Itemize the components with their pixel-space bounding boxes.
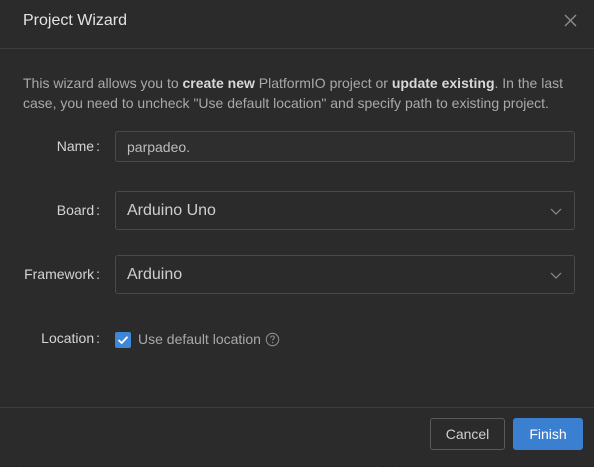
name-label-text: Name — [56, 138, 95, 154]
chevron-down-icon — [550, 272, 562, 279]
project-name-input[interactable] — [115, 131, 575, 162]
board-select-value: Arduino Uno — [127, 202, 216, 219]
cancel-button[interactable]: Cancel — [430, 418, 505, 450]
use-default-location-checkbox[interactable] — [115, 332, 131, 348]
project-wizard-dialog: Project Wizard This wizard allows you to… — [0, 0, 594, 466]
framework-select[interactable]: Arduino — [115, 255, 575, 294]
board-label: Board: — [0, 202, 100, 218]
chevron-down-icon — [550, 208, 562, 215]
question-circle-icon — [265, 332, 280, 347]
dialog-header: Project Wizard — [0, 0, 594, 49]
name-label: Name: — [0, 138, 100, 154]
description-text: This wizard allows you to — [23, 75, 183, 91]
description-emphasis: create new — [182, 75, 255, 91]
framework-select-value: Arduino — [127, 266, 183, 283]
close-button[interactable] — [560, 10, 582, 32]
label-colon: : — [96, 202, 100, 218]
board-label-text: Board — [56, 202, 95, 218]
dialog-title: Project Wizard — [23, 12, 128, 29]
finish-button[interactable]: Finish — [513, 418, 583, 450]
label-colon: : — [96, 138, 100, 154]
description-emphasis: update existing — [391, 75, 495, 91]
label-colon: : — [96, 330, 100, 346]
wizard-description: This wizard allows you to create new Pla… — [23, 73, 573, 113]
location-label: Location: — [0, 330, 100, 346]
framework-label: Framework: — [0, 266, 100, 282]
help-icon[interactable] — [265, 332, 280, 347]
close-icon — [564, 14, 577, 27]
framework-label-text: Framework — [24, 266, 95, 282]
description-text: PlatformIO project or — [254, 75, 392, 91]
location-label-text: Location — [41, 330, 95, 346]
footer-divider — [0, 407, 594, 408]
checkmark-icon — [117, 336, 129, 345]
use-default-location-label: Use default location — [138, 331, 261, 347]
label-colon: : — [96, 266, 100, 282]
board-select[interactable]: Arduino Uno — [115, 191, 575, 230]
